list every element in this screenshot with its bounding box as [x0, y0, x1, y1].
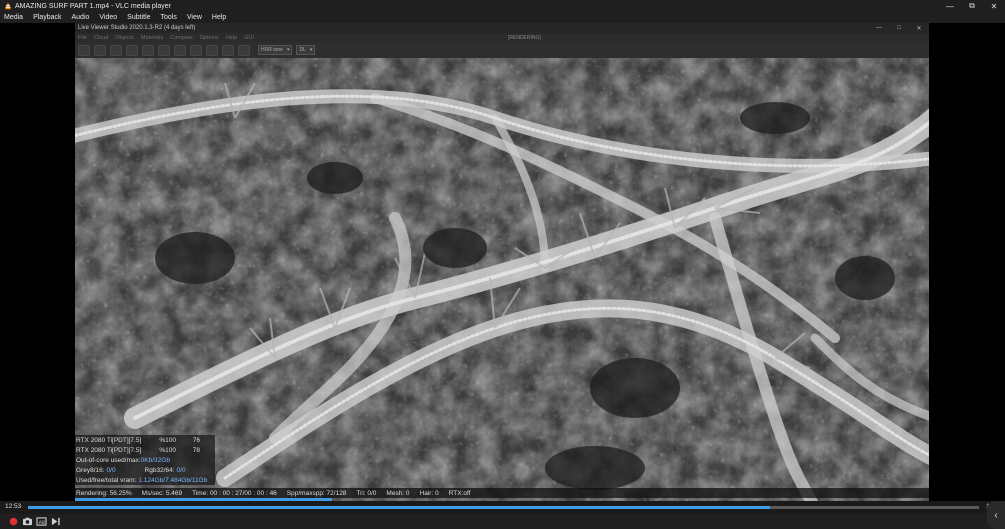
menu-view[interactable]: View	[187, 14, 202, 21]
out-of-core-row: Out-of-core used/max: 0Kb/32Gb	[75, 455, 215, 465]
seek-bar-area: 12:53 16:	[0, 501, 1005, 514]
chevron-left-icon: ‹	[994, 509, 998, 521]
menu-media[interactable]: Media	[4, 14, 23, 21]
out-of-core-label: Out-of-core used/max:	[76, 456, 141, 464]
tonemap-select: HDR tone ▾	[258, 45, 293, 55]
gpu-name: RTX 2080 Ti[PDT][7.5]	[76, 446, 142, 454]
menu-bar: Media Playback Audio Video Subtitle Tool…	[0, 12, 1005, 23]
lv-menu-help: Help	[225, 34, 238, 41]
toolbar-icon	[222, 44, 234, 56]
live-viewer-minimize-icon: —	[876, 25, 882, 31]
live-viewer-close-icon: ✕	[916, 25, 922, 32]
rgb-label: Rgb32/64:	[144, 466, 175, 474]
playback-controls: AB	[0, 514, 1005, 529]
grey-label: Grey8/16:	[76, 466, 105, 474]
record-icon[interactable]	[7, 516, 20, 527]
gpu-util: %100	[159, 436, 176, 444]
live-viewer-title: Live Viewer Studio 2020.1.3-R2 (4 days l…	[78, 25, 196, 31]
gpu-temp: 78	[192, 446, 200, 454]
toolbar-icon	[238, 44, 250, 56]
playlist-toggle-button[interactable]: ‹	[987, 501, 1005, 529]
lv-menu-objects: Objects	[115, 34, 134, 41]
restore-button[interactable]: ⧉	[961, 0, 983, 12]
mesh-count: Mesh: 0	[386, 489, 410, 497]
out-of-core-value: 0Kb/32Gb	[140, 456, 170, 464]
rtx-status: RTX:off	[448, 489, 471, 497]
gpu-row: RTX 2080 Ti[PDT][7.5] %100 76	[75, 435, 215, 445]
video-frame: Live Viewer Studio 2020.1.3-R2 (4 days l…	[75, 23, 929, 501]
menu-help[interactable]: Help	[212, 14, 226, 21]
lv-menu-gui: GUI	[244, 34, 254, 41]
texture-row: Grey8/16: 0/0 Rgb32/64: 0/0	[75, 465, 215, 475]
toolbar-icon	[142, 44, 154, 56]
toolbar-icon	[126, 44, 138, 56]
menu-tools[interactable]: Tools	[161, 14, 177, 21]
snapshot-icon[interactable]	[21, 516, 34, 527]
lv-menu-file: File	[78, 34, 87, 41]
gpu-name: RTX 2080 Ti[PDT][7.5]	[76, 436, 142, 444]
menu-video[interactable]: Video	[99, 14, 117, 21]
live-viewer-titlebar: Live Viewer Studio 2020.1.3-R2 (4 days l…	[75, 23, 929, 33]
vram-value: 1.124Gb/7.484Gb/11Gb	[138, 476, 208, 484]
toolbar-icon	[110, 44, 122, 56]
loop-ab-icon[interactable]: AB	[35, 516, 48, 527]
menu-playback[interactable]: Playback	[33, 14, 61, 21]
display-select: DL ▾	[296, 45, 316, 55]
toolbar-icon	[94, 44, 106, 56]
minimize-button[interactable]: —	[939, 0, 961, 12]
triangle-count: Tri: 0/0	[356, 489, 377, 497]
toolbar-icon	[78, 44, 90, 56]
ms-per-sec: Ms/sec: 5.469	[141, 489, 183, 497]
menu-subtitle[interactable]: Subtitle	[127, 14, 150, 21]
menu-audio[interactable]: Audio	[71, 14, 89, 21]
samples-per-pixel: Spp/maxspp: 72/128	[286, 489, 347, 497]
svg-text:AB: AB	[39, 520, 45, 526]
window-titlebar: AMAZING SURF PART 1.mp4 - VLC media play…	[0, 0, 1005, 12]
gpu-row: RTX 2080 Ti[PDT][7.5] %100 78	[75, 445, 215, 455]
window-title: AMAZING SURF PART 1.mp4 - VLC media play…	[15, 2, 171, 10]
seek-slider[interactable]	[28, 506, 979, 509]
gpu-util: %100	[159, 446, 176, 454]
vram-row: Used/free/total vram: 1.124Gb/7.484Gb/11…	[75, 475, 215, 485]
gpu-temp: 76	[192, 436, 200, 444]
video-area[interactable]: Live Viewer Studio 2020.1.3-R2 (4 days l…	[0, 23, 1005, 501]
vram-label: Used/free/total vram:	[76, 476, 137, 484]
close-button[interactable]: ✕	[983, 0, 1005, 12]
seek-progress	[28, 506, 770, 509]
elapsed-time: 12:53	[5, 503, 22, 510]
live-viewer-menu: File Cloud Objects Materials Compare Opt…	[75, 33, 929, 42]
frame-step-icon[interactable]	[49, 516, 62, 527]
toolbar-icon	[206, 44, 218, 56]
render-time: Time: 00 : 00 : 27/00 : 00 : 46	[192, 489, 277, 497]
toolbar-icon	[190, 44, 202, 56]
render-stats-overlay: RTX 2080 Ti[PDT][7.5] %100 76 RTX 2080 T…	[75, 435, 215, 485]
toolbar-icon	[158, 44, 170, 56]
rendering-status: [RENDERING]	[508, 34, 541, 41]
lv-menu-materials: Materials	[140, 34, 164, 41]
live-viewer-restore-icon: □	[897, 25, 901, 31]
hair-count: Hair: 0	[419, 489, 439, 497]
lv-menu-options: Options	[199, 34, 219, 41]
live-viewer-toolbar: HDR tone ▾ DL ▾	[75, 42, 929, 58]
toolbar-icon	[174, 44, 186, 56]
grey-value: 0/0	[106, 466, 116, 474]
rendering-percent: Rendering: 56.25%	[76, 489, 132, 497]
lv-menu-cloud: Cloud	[93, 34, 109, 41]
vlc-cone-icon	[5, 2, 11, 10]
rgb-value: 0/0	[176, 466, 186, 474]
lv-menu-compare: Compare	[170, 34, 193, 41]
render-status-line: Rendering: 56.25% Ms/sec: 5.469 Time: 00…	[75, 488, 929, 498]
